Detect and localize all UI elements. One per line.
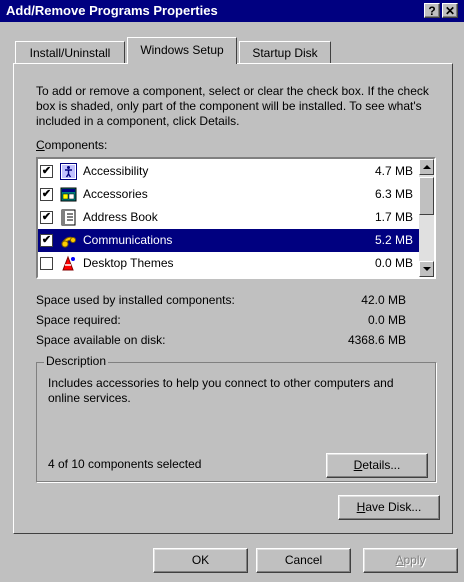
accessibility-icon [60, 163, 77, 180]
component-checkbox[interactable]: ✔ [40, 234, 53, 247]
ok-button[interactable]: OK [153, 548, 248, 573]
description-text: Includes accessories to help you connect… [48, 376, 394, 405]
arrow-up-icon [423, 165, 431, 169]
tab-windows-setup[interactable]: Windows Setup [127, 37, 237, 64]
components-list-body: ✔ Accessibility 4.7 MB ✔ Accessories 6.3 MB ✔ A… [38, 159, 419, 277]
cancel-button[interactable]: Cancel [256, 548, 351, 573]
components-label: Components: [36, 138, 108, 152]
communications-icon [60, 232, 77, 249]
apply-button[interactable]: Apply [363, 548, 458, 573]
space-required-label: Space required: [36, 313, 121, 327]
selected-count: 4 of 10 components selected [48, 457, 202, 471]
address-book-icon [60, 209, 77, 226]
space-used-row: Space used by installed components: 42.0… [36, 293, 406, 307]
space-available-row: Space available on disk: 4368.6 MB [36, 333, 406, 347]
component-size: 1.7 MB [374, 210, 413, 224]
scroll-thumb[interactable] [419, 177, 434, 215]
close-button[interactable]: ✕ [442, 3, 458, 18]
scroll-up-button[interactable] [419, 159, 434, 175]
accessories-icon [60, 186, 77, 203]
components-list[interactable]: ✔ Accessibility 4.7 MB ✔ Accessories 6.3 MB ✔ A… [36, 157, 436, 279]
component-name: Communications [83, 233, 173, 247]
space-required-row: Space required: 0.0 MB [36, 313, 406, 327]
space-available-label: Space available on disk: [36, 333, 166, 347]
component-checkbox[interactable]: ✔ [40, 211, 53, 224]
component-row[interactable]: ✔ Accessibility 4.7 MB [38, 160, 419, 183]
help-button[interactable]: ? [424, 3, 440, 18]
arrow-down-icon [423, 267, 431, 271]
component-row[interactable]: ✔ Address Book 1.7 MB [38, 206, 419, 229]
component-checkbox[interactable]: ✔ [40, 188, 53, 201]
component-row[interactable]: Desktop Themes 0.0 MB [38, 252, 419, 275]
intro-text: To add or remove a component, select or … [36, 84, 429, 128]
scroll-down-button[interactable] [419, 261, 434, 277]
tab-startup-disk[interactable]: Startup Disk [239, 41, 331, 63]
component-name: Accessories [83, 187, 148, 201]
component-name: Accessibility [83, 164, 149, 178]
component-checkbox[interactable] [40, 257, 53, 270]
component-name: Desktop Themes [83, 256, 174, 270]
component-size: 5.2 MB [374, 233, 413, 247]
component-checkbox[interactable]: ✔ [40, 165, 53, 178]
space-required-value: 0.0 MB [367, 313, 406, 327]
desktop-themes-icon [60, 255, 77, 272]
component-size: 6.3 MB [374, 187, 413, 201]
title-bar[interactable]: Add/Remove Programs Properties ? ✕ [0, 0, 464, 22]
have-disk-button[interactable]: Have Disk... [338, 495, 440, 520]
space-available-value: 4368.6 MB [347, 333, 406, 347]
space-used-value: 42.0 MB [361, 293, 406, 307]
window-title: Add/Remove Programs Properties [6, 3, 218, 18]
details-button[interactable]: Details... [326, 453, 428, 478]
component-name: Address Book [83, 210, 158, 224]
component-row[interactable]: ✔ Accessories 6.3 MB [38, 183, 419, 206]
space-used-label: Space used by installed components: [36, 293, 235, 307]
tab-install-uninstall[interactable]: Install/Uninstall [15, 41, 125, 63]
properties-dialog: Add/Remove Programs Properties ? ✕ Insta… [0, 0, 464, 582]
component-size: 4.7 MB [374, 164, 413, 178]
list-scrollbar[interactable] [419, 159, 434, 277]
description-title: Description [44, 354, 109, 368]
component-row[interactable]: ✔ Communications 5.2 MB [38, 229, 419, 252]
component-size: 0.0 MB [374, 256, 413, 270]
